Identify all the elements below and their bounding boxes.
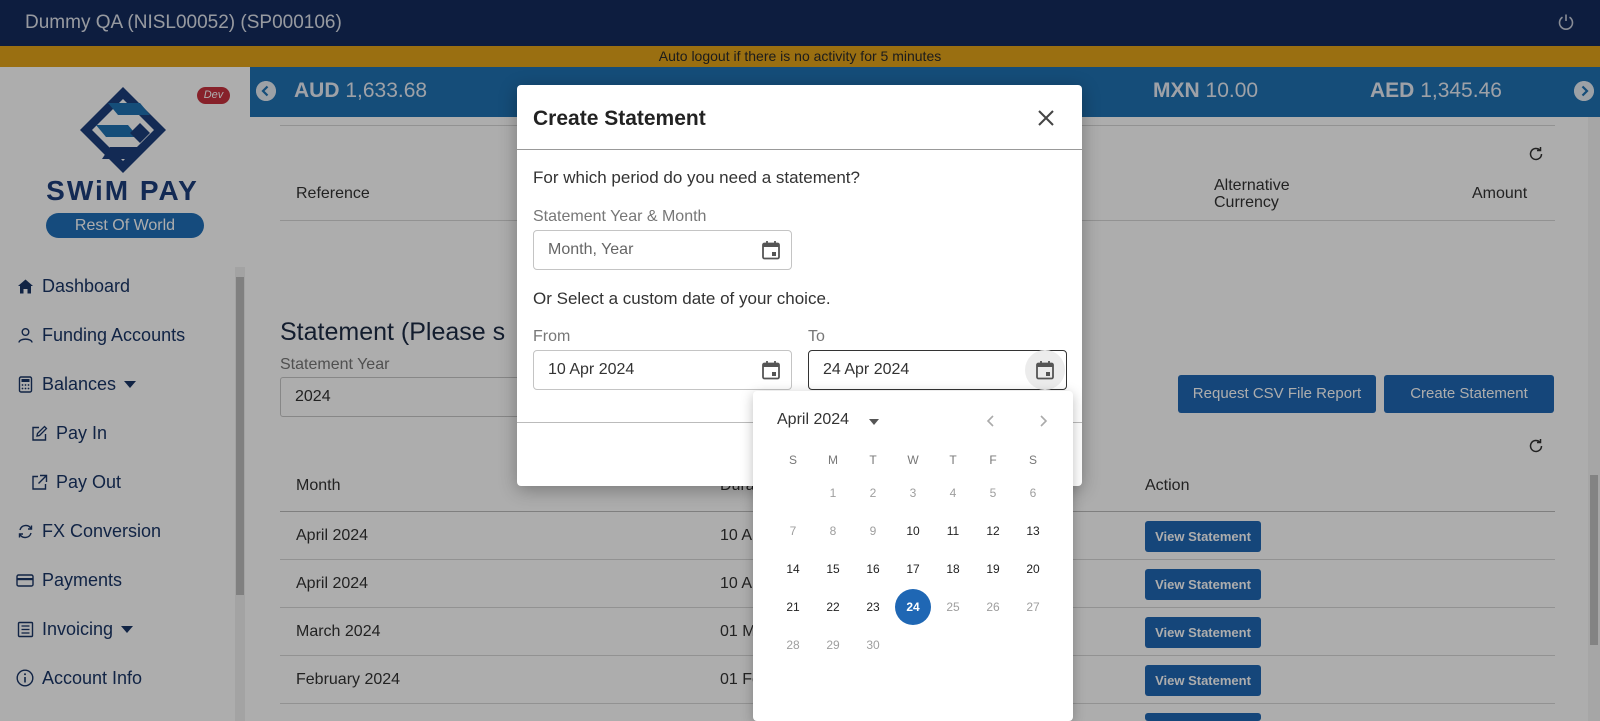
dialog-divider [517, 149, 1082, 150]
calendar-day[interactable]: 17 [895, 551, 931, 587]
calendar-icon[interactable] [760, 359, 782, 381]
calendar-day: 5 [989, 486, 997, 500]
calendar-day: 28 [786, 638, 800, 652]
to-label: To [808, 328, 825, 345]
picker-month-label[interactable]: April 2024 [777, 411, 849, 429]
from-date-input[interactable]: 10 Apr 2024 [533, 350, 792, 390]
weekday-label: S [1028, 453, 1037, 467]
calendar-day: 4 [949, 486, 957, 500]
from-label: From [533, 328, 571, 345]
calendar-day: 8 [829, 524, 837, 538]
calendar-day: 6 [1029, 486, 1037, 500]
calendar-day: 26 [986, 600, 1000, 614]
calendar-icon[interactable] [760, 239, 782, 261]
calendar-day[interactable]: 20 [1015, 551, 1051, 587]
weekday-label: M [828, 453, 838, 467]
calendar-day[interactable]: 14 [775, 551, 811, 587]
calendar-day: 25 [946, 600, 960, 614]
close-icon[interactable] [1035, 107, 1057, 129]
calendar-day: 3 [909, 486, 917, 500]
date-picker-popover: April 2024 SMTWTFS 1 2 3 4 5 6 7 8 9 10 11 12 13 14 15… [753, 391, 1073, 721]
weekday-label: S [788, 453, 797, 467]
calendar-day[interactable]: 11 [935, 513, 971, 549]
caret-down-icon[interactable] [869, 419, 879, 425]
calendar-day: 1 [829, 486, 837, 500]
calendar-day: 29 [826, 638, 840, 652]
calendar-day[interactable]: 21 [775, 589, 811, 625]
year-month-label: Statement Year & Month [533, 208, 707, 225]
calendar-day[interactable]: 22 [815, 589, 851, 625]
calendar-day: 7 [789, 524, 797, 538]
weekday-label: T [949, 453, 957, 467]
calendar-day[interactable]: 16 [855, 551, 891, 587]
chevron-right-icon[interactable] [1035, 413, 1051, 429]
calendar-day[interactable]: 23 [855, 589, 891, 625]
calendar-day[interactable]: 19 [975, 551, 1011, 587]
calendar-day[interactable]: 15 [815, 551, 851, 587]
calendar-day: 30 [866, 638, 880, 652]
calendar-day: 27 [1026, 600, 1040, 614]
calendar-day: 2 [869, 486, 877, 500]
calendar-day[interactable]: 18 [935, 551, 971, 587]
weekday-label: W [907, 453, 919, 467]
calendar-icon[interactable] [1034, 359, 1056, 381]
calendar-day[interactable]: 13 [1015, 513, 1051, 549]
period-question: For which period do you need a statement… [533, 168, 860, 187]
weekday-label: T [869, 453, 877, 467]
dialog-title: Create Statement [533, 107, 706, 130]
weekday-label: F [989, 453, 997, 467]
year-month-input[interactable]: Month, Year [533, 230, 792, 270]
calendar-day[interactable]: 12 [975, 513, 1011, 549]
calendar-day: 9 [869, 524, 877, 538]
calendar-day[interactable]: 10 [895, 513, 931, 549]
calendar-day-selected[interactable]: 24 [895, 589, 931, 625]
chevron-left-icon[interactable] [983, 413, 999, 429]
custom-date-text: Or Select a custom date of your choice. [533, 289, 831, 308]
